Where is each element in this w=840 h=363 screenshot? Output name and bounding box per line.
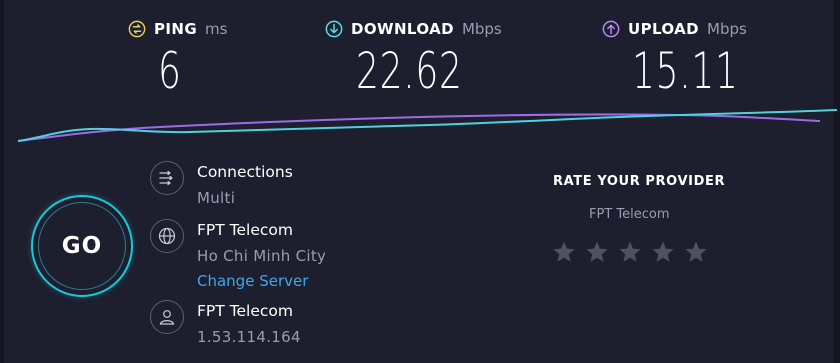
star-3-icon[interactable]	[618, 240, 642, 264]
rate-provider-name: FPT Telecom	[589, 207, 670, 222]
rate-provider-title: RATE YOUR PROVIDER	[553, 174, 726, 189]
change-server-link[interactable]: Change Server	[197, 272, 308, 290]
right-edge	[834, 0, 840, 363]
upload-metric: UPLOAD Mbps 15.11	[602, 20, 762, 100]
ping-icon	[128, 20, 146, 38]
ping-unit: ms	[205, 20, 228, 38]
download-label: DOWNLOAD	[351, 20, 454, 38]
upload-arrow-icon	[602, 20, 620, 38]
upload-header: UPLOAD Mbps	[602, 20, 762, 38]
connections-value: Multi	[197, 189, 236, 207]
provider-name: FPT Telecom	[197, 302, 293, 320]
star-4-icon[interactable]	[651, 240, 675, 264]
provider-ip: 1.53.114.164	[197, 328, 301, 346]
ping-value: 6	[158, 42, 182, 100]
go-button-label: GO	[38, 202, 126, 290]
user-icon	[150, 300, 184, 334]
upload-unit: Mbps	[707, 20, 747, 38]
ping-header: PING ms	[128, 20, 278, 38]
star-1-icon[interactable]	[552, 240, 576, 264]
star-2-icon[interactable]	[585, 240, 609, 264]
download-metric: DOWNLOAD Mbps 22.62	[325, 20, 515, 100]
speedtest-panel: PING ms 6 DOWNLOAD Mbps 22.62 UPLOAD Mbp…	[0, 0, 840, 363]
connections-icon	[150, 161, 184, 195]
server-row: FPT Telecom Ho Chi Minh City Change Serv…	[150, 219, 470, 294]
download-value: 22.62	[356, 42, 463, 100]
ping-label: PING	[154, 20, 198, 38]
download-line	[17, 109, 838, 142]
globe-icon	[150, 219, 184, 253]
star-5-icon[interactable]	[684, 240, 708, 264]
upload-line	[17, 113, 821, 142]
download-arrow-icon	[325, 20, 343, 38]
speed-graph	[17, 109, 838, 142]
left-edge	[0, 0, 4, 363]
rating-stars	[552, 240, 708, 264]
download-unit: Mbps	[461, 20, 502, 38]
ping-metric: PING ms 6	[128, 20, 278, 100]
go-button[interactable]: GO	[31, 195, 133, 297]
upload-value: 15.11	[632, 42, 739, 100]
provider-row: FPT Telecom 1.53.114.164	[150, 300, 470, 350]
connections-title: Connections	[197, 163, 293, 181]
download-header: DOWNLOAD Mbps	[325, 20, 515, 38]
server-name: FPT Telecom	[197, 221, 293, 239]
server-location: Ho Chi Minh City	[197, 247, 327, 265]
upload-label: UPLOAD	[628, 20, 700, 38]
connections-row[interactable]: Connections Multi	[150, 161, 470, 211]
